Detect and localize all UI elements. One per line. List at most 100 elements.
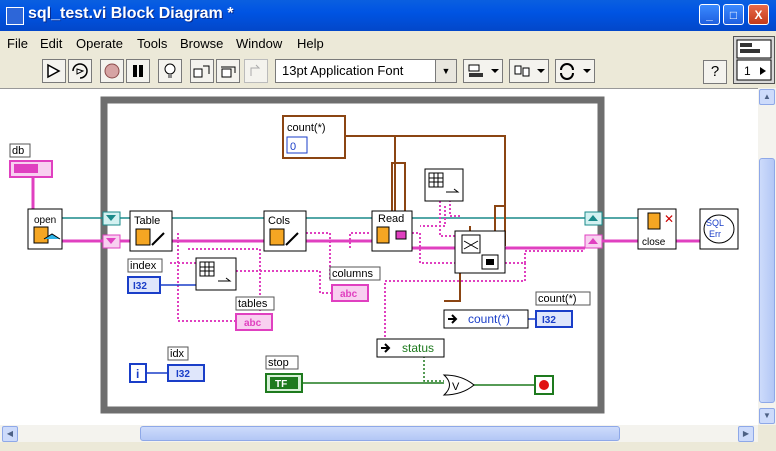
pause-button[interactable] xyxy=(126,59,150,83)
stop-sign-icon xyxy=(539,380,549,390)
step-into-button[interactable] xyxy=(190,59,214,83)
menu-browse[interactable]: Browse xyxy=(180,36,223,51)
window-bottom-edge xyxy=(0,442,776,451)
run-arrow-icon xyxy=(47,63,61,79)
maximize-button[interactable]: □ xyxy=(723,4,744,25)
cols-label: Cols xyxy=(268,215,291,227)
scroll-down-icon[interactable]: ▼ xyxy=(759,408,775,424)
index-label: index xyxy=(130,260,157,272)
toolbar: 13pt Application Font ▼ xyxy=(0,55,730,87)
db-label: db xyxy=(12,145,24,157)
tables-type: abc xyxy=(244,318,262,329)
index-array-node-top[interactable] xyxy=(424,168,464,202)
minimize-button[interactable]: _ xyxy=(699,4,720,25)
variant-to-data-node[interactable] xyxy=(454,230,506,274)
count-property-node[interactable]: count(*) xyxy=(443,309,529,329)
chevron-down-icon: ▼ xyxy=(435,60,456,82)
status-property-node[interactable]: status xyxy=(376,338,445,358)
distribute-objects-icon xyxy=(514,65,545,77)
step-over-button[interactable] xyxy=(216,59,240,83)
or-label: V xyxy=(452,381,460,393)
index-control[interactable]: index I32 xyxy=(127,258,163,294)
count-ind-label: count(*) xyxy=(287,122,326,134)
stop-sign-icon xyxy=(104,63,120,79)
menu-operate[interactable]: Operate xyxy=(76,36,123,51)
vi-icon: 1 xyxy=(736,39,772,81)
sql-err-label: SQL xyxy=(706,218,724,228)
labview-app-icon xyxy=(6,7,24,25)
read-label: Read xyxy=(378,213,404,225)
count-out-label: count(*) xyxy=(538,293,577,305)
iteration-label: i xyxy=(136,367,139,381)
tables-indicator[interactable]: tables abc xyxy=(235,296,275,331)
title-bar[interactable]: sql_test.vi Block Diagram * _ □ X xyxy=(0,0,776,31)
diagram-svg: db open Table Cols Read count(*) 0 ✕ clo… xyxy=(9,96,739,414)
horizontal-scrollbar[interactable]: ◀ ▶ xyxy=(0,425,758,442)
font-selector-value: 13pt Application Font xyxy=(282,63,404,78)
idx-label: idx xyxy=(170,348,185,360)
vi-icon-connector-pane[interactable]: 1 xyxy=(733,36,775,84)
boolean-wires xyxy=(302,356,535,386)
menu-file[interactable]: File xyxy=(7,36,28,51)
menu-edit[interactable]: Edit xyxy=(40,36,62,51)
window-title: sql_test.vi Block Diagram * xyxy=(28,5,234,22)
menu-help[interactable]: Help xyxy=(297,36,324,51)
table-node[interactable]: Table xyxy=(129,210,173,252)
count-prop-label: count(*) xyxy=(468,312,510,326)
idx-indicator[interactable]: idx I32 xyxy=(167,346,205,382)
scroll-right-icon[interactable]: ▶ xyxy=(738,426,754,442)
scroll-up-icon[interactable]: ▲ xyxy=(759,89,775,105)
db-node[interactable]: db xyxy=(9,143,53,178)
menu-bar: File Edit Operate Tools Browse Window He… xyxy=(0,33,730,55)
idx-type: I32 xyxy=(176,369,190,380)
run-button[interactable] xyxy=(42,59,66,83)
count-out-type: I32 xyxy=(542,315,556,326)
db-open-node[interactable]: open xyxy=(27,208,63,250)
font-selector[interactable]: 13pt Application Font ▼ xyxy=(275,59,457,83)
columns-type: abc xyxy=(340,289,358,300)
step-out-icon xyxy=(250,64,261,76)
step-over-icon xyxy=(221,66,236,78)
iteration-terminal: i xyxy=(129,363,147,383)
context-help-button[interactable]: ? xyxy=(703,60,727,84)
db-close-node[interactable]: ✕ close xyxy=(637,208,677,250)
loop-condition-terminal[interactable] xyxy=(534,375,554,395)
sql-err-label-2: Err xyxy=(709,229,721,239)
stop-control[interactable]: stop TF xyxy=(265,355,303,393)
count-output-indicator[interactable]: count(*) I32 xyxy=(535,291,591,328)
vertical-scroll-thumb[interactable] xyxy=(759,158,775,403)
reorder-icon xyxy=(560,63,591,80)
distribute-objects-button[interactable] xyxy=(509,59,549,83)
close-x-icon: ✕ xyxy=(664,212,674,226)
lightbulb-icon xyxy=(164,63,176,78)
count-ind-value: 0 xyxy=(290,141,296,153)
cols-node[interactable]: Cols xyxy=(263,210,307,252)
menu-window[interactable]: Window xyxy=(236,36,282,51)
scroll-left-icon[interactable]: ◀ xyxy=(2,426,18,442)
block-diagram-canvas[interactable]: db open Table Cols Read count(*) 0 ✕ clo… xyxy=(0,88,758,426)
horizontal-scroll-thumb[interactable] xyxy=(140,426,620,441)
align-objects-button[interactable] xyxy=(463,59,503,83)
read-node[interactable]: Read xyxy=(371,210,413,252)
sql-error-node[interactable]: SQL Err xyxy=(699,208,739,250)
abort-button[interactable] xyxy=(100,59,124,83)
close-button[interactable]: X xyxy=(748,4,769,25)
connector-pane-number: 1 xyxy=(744,64,751,78)
highlight-execution-button[interactable] xyxy=(158,59,182,83)
close-label: close xyxy=(642,237,666,248)
menu-tools[interactable]: Tools xyxy=(137,36,167,51)
tables-label: tables xyxy=(238,298,268,310)
index-array-node[interactable] xyxy=(195,257,237,291)
reorder-button[interactable] xyxy=(555,59,595,83)
vertical-scrollbar[interactable]: ▲ ▼ xyxy=(758,88,776,425)
pause-icon xyxy=(133,65,143,77)
or-function[interactable]: V xyxy=(442,374,475,396)
run-continuously-button[interactable] xyxy=(68,59,92,83)
status-label: status xyxy=(402,341,434,355)
columns-indicator[interactable]: columns abc xyxy=(329,266,381,302)
columns-label: columns xyxy=(332,268,373,280)
index-type: I32 xyxy=(133,281,147,292)
stop-label: stop xyxy=(268,357,289,369)
count-indicator-top[interactable]: count(*) 0 xyxy=(282,115,346,159)
step-out-button[interactable] xyxy=(244,59,268,83)
